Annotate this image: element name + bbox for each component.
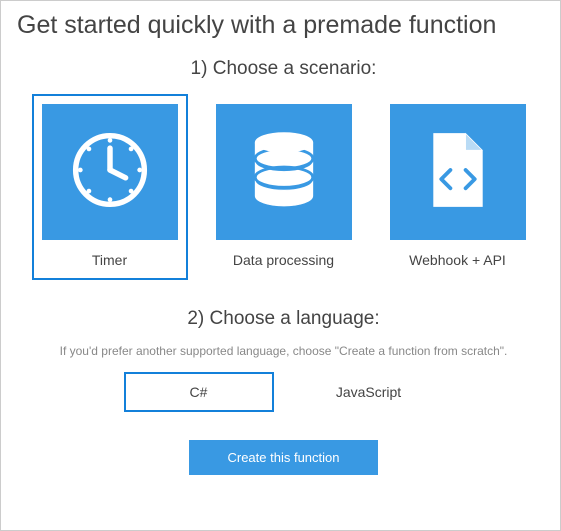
step1-heading: 1) Choose a scenario: bbox=[17, 58, 550, 80]
language-option-javascript[interactable]: JavaScript bbox=[294, 372, 444, 412]
scenario-tile bbox=[42, 104, 178, 240]
language-option-csharp[interactable]: C# bbox=[124, 372, 274, 412]
scenario-card-webhook-api[interactable]: Webhook + API bbox=[380, 94, 536, 280]
clock-icon bbox=[71, 131, 149, 214]
scenario-card-timer[interactable]: Timer bbox=[32, 94, 188, 280]
scenario-label: Timer bbox=[92, 252, 127, 268]
scenario-tile bbox=[390, 104, 526, 240]
database-icon bbox=[248, 131, 320, 214]
language-list: C# JavaScript bbox=[17, 372, 550, 412]
page-title: Get started quickly with a premade funct… bbox=[17, 11, 550, 40]
scenario-card-data-processing[interactable]: Data processing bbox=[206, 94, 362, 280]
scenario-label: Data processing bbox=[233, 252, 334, 268]
step2-heading: 2) Choose a language: bbox=[17, 308, 550, 330]
scenario-tile bbox=[216, 104, 352, 240]
scenario-label: Webhook + API bbox=[409, 252, 506, 268]
scenario-list: Timer Data processing bbox=[17, 94, 550, 280]
code-file-icon bbox=[427, 132, 489, 213]
create-function-button[interactable]: Create this function bbox=[189, 440, 377, 475]
language-hint: If you'd prefer another supported langua… bbox=[17, 344, 550, 358]
